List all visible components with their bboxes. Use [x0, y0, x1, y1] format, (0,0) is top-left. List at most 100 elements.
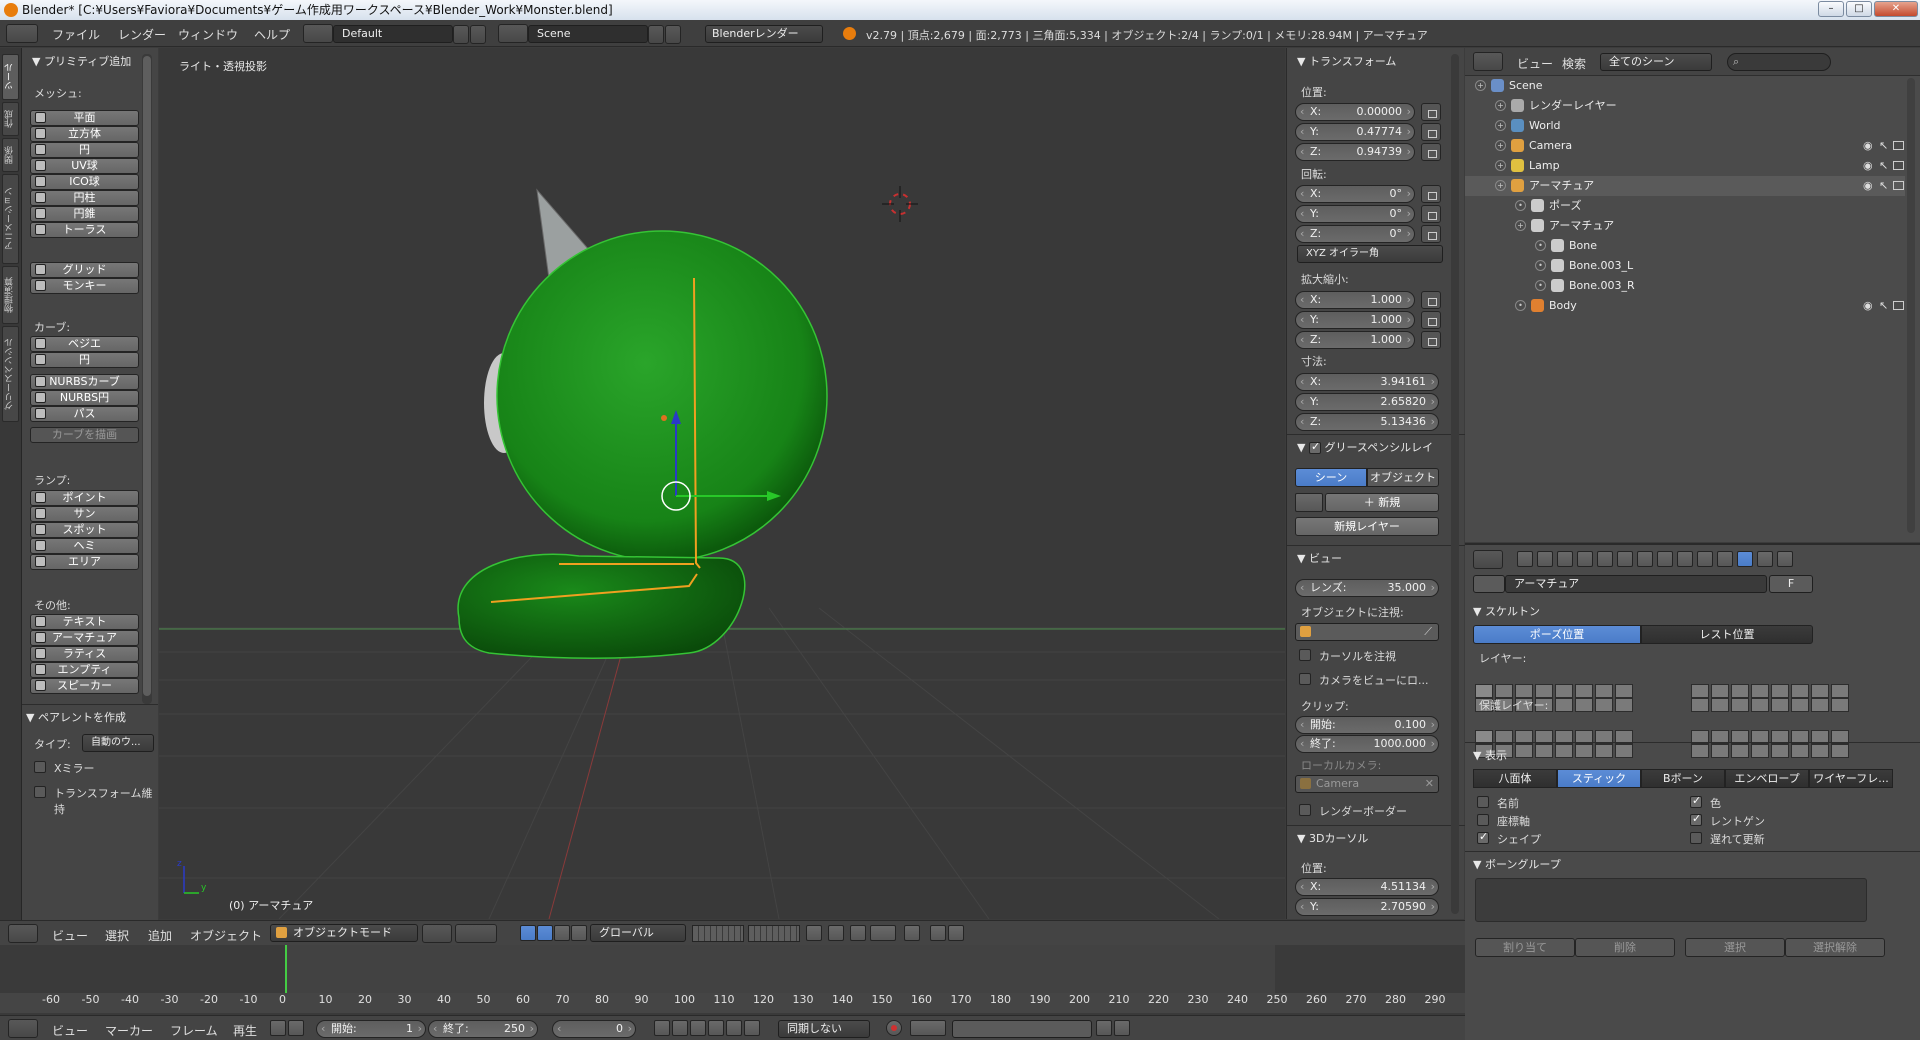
outliner-scrollbar[interactable] [1907, 78, 1915, 533]
expand-toggle-icon[interactable]: • [1515, 300, 1526, 311]
gp-object-button[interactable]: オブジェクト [1367, 468, 1439, 487]
names-checkbox[interactable] [1477, 796, 1489, 808]
rotation-field-y[interactable]: Y: 0° [1295, 205, 1415, 223]
expand-toggle-icon[interactable]: + [1495, 120, 1506, 131]
viewport-editor-icon[interactable] [8, 924, 38, 943]
visibility-eye-icon[interactable]: ◉ [1863, 300, 1873, 311]
tl-menu-marker[interactable]: マーカー [105, 1022, 153, 1039]
mesh-button-5[interactable]: 円柱 [30, 190, 139, 206]
layer-cell[interactable] [1711, 698, 1729, 712]
mesh-button-3[interactable]: UV球 [30, 158, 139, 174]
lamp-button-1[interactable]: サン [30, 506, 139, 522]
tab-tools[interactable]: ツール [2, 54, 19, 100]
lamp-button-0[interactable]: ポイント [30, 490, 139, 506]
scale-icon[interactable] [571, 925, 587, 941]
outliner-row[interactable]: + アーマチュア ◉ ↖ [1465, 176, 1905, 196]
snap-element-icon[interactable] [870, 925, 896, 941]
editor-type-icon[interactable] [6, 24, 38, 43]
lock-object-field[interactable]: ⟋ [1295, 623, 1439, 641]
timeline-editor-icon[interactable] [8, 1019, 38, 1038]
grease-pencil-checkbox[interactable] [1308, 440, 1321, 454]
curve-nurbs-button-0[interactable]: NURBSカーブ [30, 374, 139, 390]
lamp-button-2[interactable]: スポット [30, 522, 139, 538]
layer-cell[interactable] [1771, 698, 1789, 712]
renderable-icon[interactable] [1893, 301, 1904, 310]
layer-cell[interactable] [1595, 684, 1613, 698]
display-mode-button-0[interactable]: 八面体 [1473, 769, 1557, 788]
layers-grid-1[interactable] [692, 925, 744, 942]
primitive-panel-title[interactable]: ▼ プリミティブ追加 [32, 53, 131, 69]
tab-create[interactable]: 作成 [2, 102, 19, 136]
tab-animation[interactable]: アニメーション [2, 174, 19, 264]
mesh-button-0[interactable]: 平面 [30, 110, 139, 126]
current-frame-field[interactable]: 0 [552, 1020, 636, 1038]
layer-cell[interactable] [1791, 684, 1809, 698]
layout-field[interactable]: Default [333, 25, 453, 43]
select-button[interactable]: 選択 [1685, 938, 1785, 957]
proportional-edit-icon[interactable] [828, 925, 844, 941]
layer-cell[interactable] [1555, 744, 1573, 758]
translate-icon[interactable] [537, 925, 553, 941]
clip-start-field[interactable]: 開始: 0.100 [1295, 716, 1439, 734]
lens-field[interactable]: レンズ: 35.000 [1295, 579, 1439, 597]
outliner-filter-select[interactable]: 全てのシーン [1600, 53, 1712, 71]
other-button-3[interactable]: エンプティ [30, 662, 139, 678]
transform-panel-title[interactable]: ▼ トランスフォーム [1297, 53, 1396, 69]
cursor-field-x[interactable]: X: 4.51134 [1295, 878, 1439, 896]
lock-camera-checkbox[interactable] [1299, 673, 1311, 685]
layer-cell[interactable] [1791, 744, 1809, 758]
rest-position-button[interactable]: レスト位置 [1641, 625, 1813, 644]
jump-start-icon[interactable] [654, 1020, 670, 1036]
jump-back-icon[interactable] [672, 1020, 688, 1036]
menu-render[interactable]: レンダー [118, 26, 166, 43]
vp-menu-select[interactable]: 選択 [105, 927, 129, 944]
layer-cell[interactable] [1555, 684, 1573, 698]
outliner-row[interactable]: + Lamp ◉ ↖ [1465, 156, 1905, 176]
render-border-checkbox[interactable] [1299, 804, 1311, 816]
lock-range-icon[interactable] [288, 1020, 304, 1036]
dimension-field-x[interactable]: X: 3.94161 [1295, 373, 1439, 391]
remove-scene-icon[interactable] [665, 25, 681, 44]
layer-cell[interactable] [1831, 744, 1849, 758]
renderable-icon[interactable] [1893, 181, 1904, 190]
rotation-field-z[interactable]: Z: 0° [1295, 225, 1415, 243]
colors-checkbox[interactable] [1690, 794, 1702, 808]
props-tab-icon-4[interactable] [1597, 551, 1613, 567]
dimension-field-z[interactable]: Z: 5.13436 [1295, 413, 1439, 431]
play-reverse-icon[interactable] [690, 1020, 706, 1036]
keying-set-field[interactable] [952, 1020, 1092, 1038]
expand-toggle-icon[interactable]: + [1495, 140, 1506, 151]
layer-cell[interactable] [1615, 698, 1633, 712]
other-button-2[interactable]: ラティス [30, 646, 139, 662]
location-field-x[interactable]: X: 0.00000 [1295, 103, 1415, 121]
maximize-icon[interactable]: □ [1846, 1, 1872, 17]
deselect-button[interactable]: 選択解除 [1785, 938, 1885, 957]
grease-pencil-panel-title[interactable]: ▼ グリースペンシルレイ [1297, 439, 1433, 455]
layer-cell[interactable] [1615, 744, 1633, 758]
layer-cell[interactable] [1831, 698, 1849, 712]
armature-data-icon[interactable] [1473, 575, 1505, 593]
keying-set-icon[interactable] [910, 1020, 946, 1036]
toolshelf-scrollbar[interactable] [142, 54, 152, 704]
outliner-menu-view[interactable]: ビュー [1517, 55, 1553, 72]
xmirror-checkbox[interactable] [34, 761, 46, 773]
location-field-z[interactable]: Z: 0.94739 [1295, 143, 1415, 161]
mesh-button-2[interactable]: 円 [30, 142, 139, 158]
props-tab-icon-13[interactable] [1777, 551, 1793, 567]
layer-cell[interactable] [1811, 698, 1829, 712]
layer-cell[interactable] [1731, 698, 1749, 712]
lamp-button-4[interactable]: エリア [30, 554, 139, 570]
tl-menu-frame[interactable]: フレーム [170, 1022, 218, 1039]
scale-field-z[interactable]: Z: 1.000 [1295, 331, 1415, 349]
other-button-0[interactable]: テキスト [30, 614, 139, 630]
remove-button[interactable]: 削除 [1575, 938, 1675, 957]
outliner-row[interactable]: • Bone.003_L [1465, 256, 1905, 276]
tab-relations[interactable]: 関係 [2, 138, 19, 172]
outliner-menu-search[interactable]: 検索 [1562, 55, 1586, 72]
menu-help[interactable]: ヘルプ [254, 26, 290, 43]
selectable-cursor-icon[interactable]: ↖ [1879, 300, 1888, 311]
renderable-icon[interactable] [1893, 141, 1904, 150]
mesh-extra-button-1[interactable]: モンキー [30, 278, 139, 294]
layer-cell[interactable] [1535, 684, 1553, 698]
visibility-eye-icon[interactable]: ◉ [1863, 140, 1873, 151]
